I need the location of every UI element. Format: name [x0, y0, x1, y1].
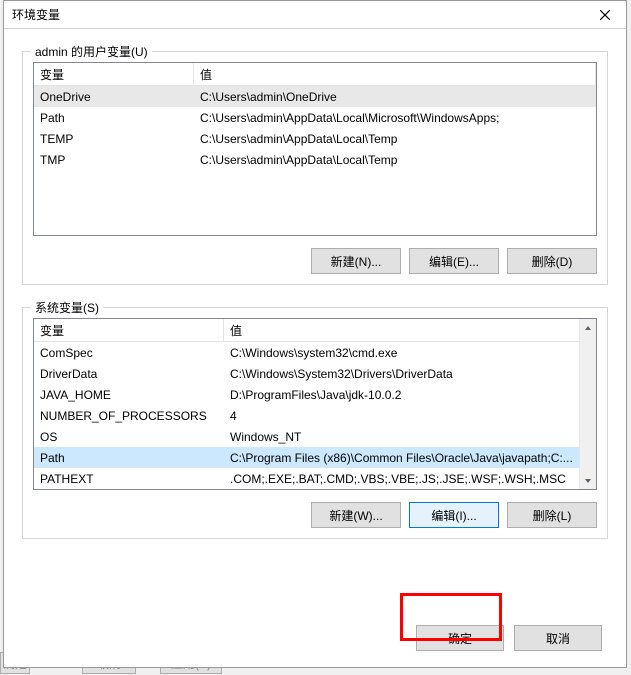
cell-value: D:\ProgramFiles\Java\jdk-10.0.2 [224, 388, 579, 402]
cell-value: C:\Windows\system32\cmd.exe [224, 346, 579, 360]
table-row[interactable]: OSWindows_NT [34, 426, 579, 447]
sys-edit-button[interactable]: 编辑(I)... [409, 502, 499, 528]
user-vars-header: 变量 值 [34, 63, 596, 86]
titlebar: 环境变量 [4, 1, 626, 29]
table-row[interactable]: TEMPC:\Users\admin\AppData\Local\Temp [34, 128, 596, 149]
sys-delete-button[interactable]: 删除(L) [507, 502, 597, 528]
table-row[interactable]: PathC:\Users\admin\AppData\Local\Microso… [34, 107, 596, 128]
dialog-buttons: 确定 取消 [4, 607, 626, 667]
cell-variable: TMP [34, 153, 194, 167]
cell-variable: JAVA_HOME [34, 388, 224, 402]
table-row[interactable]: ComSpecC:\Windows\system32\cmd.exe [34, 342, 579, 363]
scroll-down-icon[interactable] [580, 472, 596, 489]
cell-variable: Path [34, 111, 194, 125]
sys-vars-group: 系统变量(S) 变量 值 ComSpecC:\Windows\system32\… [22, 307, 608, 539]
cell-variable: OneDrive [34, 90, 194, 104]
cell-value: C:\Program Files (x86)\Common Files\Orac… [224, 451, 579, 465]
cell-value: C:\Users\admin\AppData\Local\Temp [194, 153, 596, 167]
cell-variable: NUMBER_OF_PROCESSORS [34, 409, 224, 423]
table-row[interactable]: NUMBER_OF_PROCESSORS4 [34, 405, 579, 426]
table-row[interactable]: OneDriveC:\Users\admin\OneDrive [34, 86, 596, 107]
cell-variable: ComSpec [34, 346, 224, 360]
table-row[interactable]: PathC:\Program Files (x86)\Common Files\… [34, 447, 579, 468]
cell-value: C:\Users\admin\AppData\Local\Temp [194, 132, 596, 146]
cell-value: Windows_NT [224, 430, 579, 444]
cell-value: C:\Users\admin\AppData\Local\Microsoft\W… [194, 111, 596, 125]
cancel-button[interactable]: 取消 [514, 625, 602, 651]
close-icon [600, 10, 610, 20]
env-vars-dialog: 环境变量 admin 的用户变量(U) 变量 值 OneDriveC:\User… [3, 0, 627, 668]
sys-vars-buttons: 新建(W)... 编辑(I)... 删除(L) [33, 502, 597, 528]
cell-variable: Path [34, 451, 224, 465]
table-row[interactable]: PATHEXT.COM;.EXE;.BAT;.CMD;.VBS;.VBE;.JS… [34, 468, 579, 489]
user-vars-list[interactable]: 变量 值 OneDriveC:\Users\admin\OneDrivePath… [33, 62, 597, 236]
user-delete-button[interactable]: 删除(D) [507, 248, 597, 274]
close-button[interactable] [584, 1, 626, 29]
cell-value: C:\Windows\System32\Drivers\DriverData [224, 367, 579, 381]
window-title: 环境变量 [12, 6, 60, 23]
table-row[interactable]: DriverDataC:\Windows\System32\Drivers\Dr… [34, 363, 579, 384]
table-row[interactable]: TMPC:\Users\admin\AppData\Local\Temp [34, 149, 596, 170]
col-header-variable[interactable]: 变量 [34, 319, 224, 341]
cell-variable: PATHEXT [34, 472, 224, 486]
cell-value: .COM;.EXE;.BAT;.CMD;.VBS;.VBE;.JS;.JSE;.… [224, 472, 579, 486]
table-row[interactable]: JAVA_HOMED:\ProgramFiles\Java\jdk-10.0.2 [34, 384, 579, 405]
user-edit-button[interactable]: 编辑(E)... [409, 248, 499, 274]
user-vars-group-label: admin 的用户变量(U) [31, 43, 152, 60]
col-header-value[interactable]: 值 [224, 319, 596, 341]
col-header-variable[interactable]: 变量 [34, 63, 194, 85]
cell-value: C:\Users\admin\OneDrive [194, 90, 596, 104]
sys-vars-header: 变量 值 [34, 319, 596, 342]
user-vars-group: admin 的用户变量(U) 变量 值 OneDriveC:\Users\adm… [22, 51, 608, 285]
dialog-content: admin 的用户变量(U) 变量 值 OneDriveC:\Users\adm… [4, 29, 626, 607]
cell-variable: DriverData [34, 367, 224, 381]
sys-vars-list[interactable]: 变量 值 ComSpecC:\Windows\system32\cmd.exeD… [33, 318, 597, 490]
cell-value: 4 [224, 409, 579, 423]
sys-new-button[interactable]: 新建(W)... [311, 502, 401, 528]
cell-variable: TEMP [34, 132, 194, 146]
sys-vars-scrollbar[interactable] [579, 319, 596, 489]
ok-button[interactable]: 确定 [416, 625, 504, 651]
cell-variable: OS [34, 430, 224, 444]
sys-vars-group-label: 系统变量(S) [31, 299, 103, 316]
scroll-up-icon[interactable] [580, 319, 596, 336]
col-header-value[interactable]: 值 [194, 63, 596, 85]
user-new-button[interactable]: 新建(N)... [311, 248, 401, 274]
user-vars-buttons: 新建(N)... 编辑(E)... 删除(D) [33, 248, 597, 274]
